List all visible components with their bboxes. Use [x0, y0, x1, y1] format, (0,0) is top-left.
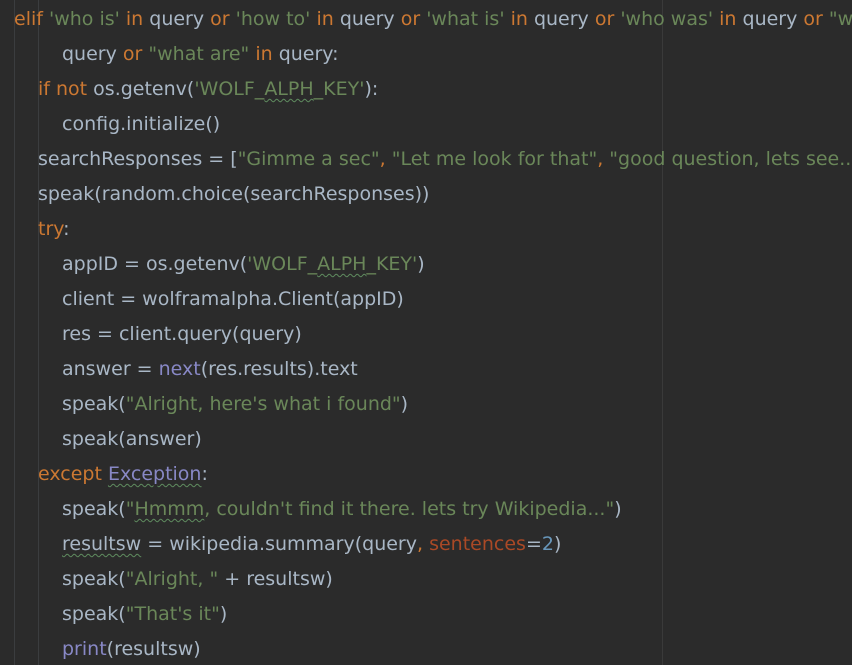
code-token: appID = os.getenv(	[62, 253, 248, 275]
code-token: )	[417, 253, 425, 275]
code-token: Hmmm	[134, 498, 205, 520]
code-token: if not	[38, 78, 94, 100]
code-token: "good question, lets see..."	[609, 148, 852, 170]
code-token: print	[62, 638, 107, 660]
code-token: os.getenv(	[93, 78, 195, 100]
code-token: = wikipedia.summary(query	[141, 533, 417, 555]
code-token: resultsw	[62, 533, 142, 555]
code-token: :	[201, 463, 208, 485]
code-line-3[interactable]: if not os.getenv('WOLF_ALPH_KEY'):	[38, 72, 378, 107]
code-token: query	[533, 8, 589, 30]
code-token: answer =	[62, 358, 159, 380]
code-line-6[interactable]: speak(random.choice(searchResponses))	[38, 177, 429, 212]
code-token: :	[63, 218, 70, 240]
code-line-9[interactable]: client = wolframalpha.Client(appID)	[62, 282, 404, 317]
code-token: speak(	[62, 393, 126, 415]
code-line-15[interactable]: speak("Hmmm, couldn't find it there. let…	[62, 492, 622, 527]
code-line-8[interactable]: appID = os.getenv('WOLF_ALPH_KEY')	[62, 247, 425, 282]
code-line-12[interactable]: speak("Alright, here's what i found")	[62, 387, 408, 422]
code-token: _KEY'	[366, 253, 418, 275]
code-token: query	[339, 8, 395, 30]
code-token: "Alright, here's what i found"	[125, 393, 401, 415]
code-token: or	[394, 8, 427, 30]
code-token: query	[742, 8, 798, 30]
code-token: "what are"	[148, 43, 250, 65]
code-token: , couldn't find it there. lets try Wikip…	[204, 498, 615, 520]
code-token: client = wolframalpha.Client(appID)	[62, 288, 404, 310]
code-line-1[interactable]: elif 'who is' in query or 'how to' in qu…	[14, 2, 852, 37]
code-token: )	[614, 498, 622, 520]
code-token: speak(answer)	[62, 428, 202, 450]
code-token: res = client.query(query)	[62, 323, 302, 345]
code-token: or	[116, 43, 149, 65]
code-token: or	[588, 8, 621, 30]
code-token: in	[119, 8, 150, 30]
code-token: "That's it"	[125, 603, 220, 625]
code-token: ,	[379, 148, 392, 170]
code-token: =	[525, 533, 542, 555]
code-token: 'WOLF_	[194, 78, 265, 100]
code-token: 'what is'	[426, 8, 505, 30]
code-token: (res.results).text	[200, 358, 358, 380]
code-line-4[interactable]: config.initialize()	[62, 107, 220, 142]
code-token: in	[249, 43, 279, 65]
code-token: )	[400, 393, 409, 415]
code-token: 2	[541, 533, 554, 555]
code-line-18[interactable]: speak("That's it")	[62, 597, 227, 632]
code-token: sentences	[429, 533, 526, 555]
code-token: or	[204, 8, 236, 30]
code-token: except	[38, 463, 108, 485]
code-line-7[interactable]: try:	[38, 212, 70, 247]
code-token: 'WOLF_	[247, 253, 318, 275]
code-token: _KEY'	[313, 78, 365, 100]
code-token: or	[797, 8, 829, 30]
code-line-17[interactable]: speak("Alright, " + resultsw)	[62, 562, 333, 597]
code-token: "what are"	[828, 8, 852, 30]
code-line-2[interactable]: query or "what are" in query:	[62, 37, 339, 72]
code-token: next	[158, 358, 201, 380]
code-token: speak(random.choice(searchResponses))	[38, 183, 430, 205]
code-token: )	[553, 533, 562, 555]
code-token: query	[62, 43, 117, 65]
code-token: ,	[417, 533, 430, 555]
code-line-11[interactable]: answer = next(res.results).text	[62, 352, 358, 387]
code-token: (resultsw)	[106, 638, 201, 660]
code-token: speak(	[62, 498, 126, 520]
code-token: in	[713, 8, 743, 30]
code-token: speak(	[62, 568, 126, 590]
indent-guide	[14, 0, 15, 665]
code-token: Exception	[107, 463, 202, 485]
code-line-16[interactable]: resultsw = wikipedia.summary(query, sent…	[62, 527, 561, 562]
code-token: ALPH	[264, 78, 314, 100]
code-token: ALPH	[317, 253, 367, 275]
code-token: in	[504, 8, 534, 30]
right-margin-guide	[662, 0, 663, 665]
code-token: ,	[597, 148, 610, 170]
code-token: searchResponses = [	[38, 148, 238, 170]
code-line-19[interactable]: print(resultsw)	[62, 632, 201, 665]
code-token: speak(	[62, 603, 126, 625]
code-line-5[interactable]: searchResponses = ["Gimme a sec", "Let m…	[38, 142, 852, 177]
code-line-14[interactable]: except Exception:	[38, 457, 208, 492]
code-token: )	[219, 603, 228, 625]
code-line-10[interactable]: res = client.query(query)	[62, 317, 302, 352]
code-token: "Gimme a sec"	[237, 148, 380, 170]
code-editor[interactable]: elif 'who is' in query or 'how to' in qu…	[0, 0, 852, 665]
code-token: "Alright, "	[125, 568, 219, 590]
code-token: + resultsw)	[218, 568, 333, 590]
code-token: 'who was'	[620, 8, 714, 30]
code-token: in	[310, 8, 340, 30]
code-token: 'how to'	[235, 8, 311, 30]
code-token: "Let me look for that"	[391, 148, 598, 170]
code-token: 'who is'	[48, 8, 120, 30]
code-token: query:	[278, 43, 339, 65]
code-token: query	[149, 8, 205, 30]
code-line-13[interactable]: speak(answer)	[62, 422, 202, 457]
code-token: elif	[14, 8, 49, 30]
code-token: config.initialize()	[62, 113, 221, 135]
code-token: try	[38, 218, 64, 240]
code-token: ):	[364, 78, 379, 100]
